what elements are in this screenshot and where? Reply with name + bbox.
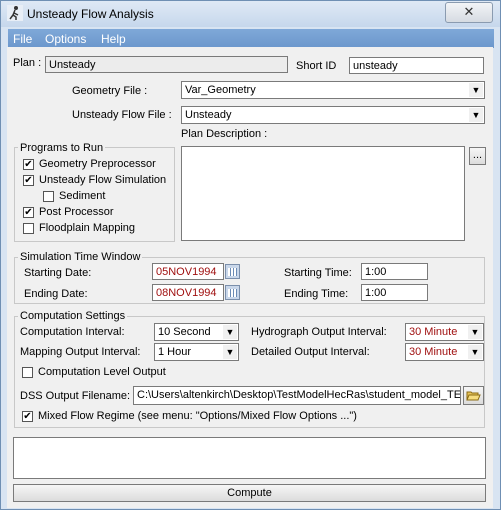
ending-date-label: Ending Date: — [24, 288, 88, 300]
detailed-interval-value: 30 Minute — [409, 346, 458, 358]
chevron-down-icon: ▼ — [468, 345, 482, 359]
detailed-interval-select[interactable]: 30 Minute ▼ — [405, 343, 484, 361]
time-window-group-title: Simulation Time Window — [18, 251, 143, 263]
short-id-label: Short ID — [296, 60, 337, 72]
starting-time-field[interactable]: 1:00 — [361, 263, 428, 280]
detailed-interval-label: Detailed Output Interval: — [251, 346, 370, 358]
close-button[interactable]: ✕ — [445, 2, 493, 23]
floodplain-mapping-checkbox[interactable] — [23, 223, 34, 234]
mapping-interval-label: Mapping Output Interval: — [20, 346, 141, 358]
computation-level-output-checkbox[interactable] — [22, 367, 33, 378]
starting-date-label: Starting Date: — [24, 267, 92, 279]
mapping-interval-value: 1 Hour — [158, 346, 192, 358]
dialog-body: Plan : Unsteady Short ID unsteady Geomet… — [7, 47, 493, 508]
window-title: Unsteady Flow Analysis — [27, 7, 154, 21]
close-icon: ✕ — [463, 4, 475, 19]
computation-interval-select[interactable]: 10 Second ▼ — [154, 323, 239, 341]
unsteady-flow-file-select[interactable]: Unsteady ▼ — [181, 106, 485, 124]
sediment-label: Sediment — [59, 190, 106, 202]
chevron-down-icon: ▼ — [223, 325, 237, 339]
floodplain-mapping-label: Floodplain Mapping — [39, 222, 136, 234]
menu-help[interactable]: Help — [101, 32, 126, 46]
chevron-down-icon: ▼ — [223, 345, 237, 359]
chevron-down-icon: ▼ — [469, 108, 483, 122]
ending-date-field[interactable]: 08NOV1994 — [152, 284, 224, 301]
geometry-file-label: Geometry File : — [72, 85, 148, 97]
geometry-file-value: Var_Geometry — [185, 84, 256, 96]
starting-time-label: Starting Time: — [284, 267, 352, 279]
ending-time-field[interactable]: 1:00 — [361, 284, 428, 301]
computation-group-title: Computation Settings — [18, 310, 128, 322]
unsteady-simulation-label: Unsteady Flow Simulation — [39, 174, 167, 186]
mixed-flow-label: Mixed Flow Regime (see menu: "Options/Mi… — [38, 410, 357, 422]
menu-file[interactable]: File — [13, 32, 32, 46]
mapping-interval-select[interactable]: 1 Hour ▼ — [154, 343, 239, 361]
ending-time-label: Ending Time: — [284, 288, 349, 300]
post-processor-checkbox[interactable]: ✔ — [23, 207, 34, 218]
unsteady-simulation-checkbox[interactable]: ✔ — [23, 175, 34, 186]
programs-group-title: Programs to Run — [18, 142, 106, 154]
geometry-file-select[interactable]: Var_Geometry ▼ — [181, 81, 485, 99]
chevron-down-icon: ▼ — [469, 83, 483, 97]
plan-description-field[interactable] — [181, 146, 465, 241]
mixed-flow-checkbox[interactable]: ✔ — [22, 411, 33, 422]
calendar-icon[interactable] — [225, 285, 240, 300]
plan-description-label: Plan Description : — [181, 128, 268, 140]
runner-icon — [7, 5, 23, 21]
title-bar: Unsteady Flow Analysis ✕ — [1, 1, 500, 27]
unsteady-flow-file-value: Unsteady — [185, 109, 232, 121]
dss-filename-field[interactable]: C:\Users\altenkirch\Desktop\TestModelHec… — [133, 386, 461, 405]
unsteady-flow-file-label: Unsteady Flow File : — [72, 109, 172, 121]
short-id-field[interactable]: unsteady — [349, 57, 484, 74]
hydrograph-interval-select[interactable]: 30 Minute ▼ — [405, 323, 484, 341]
compute-button[interactable]: Compute — [13, 484, 486, 502]
plan-label: Plan : — [13, 57, 42, 69]
plan-title-field[interactable]: Unsteady — [45, 56, 288, 73]
geometry-preprocessor-label: Geometry Preprocessor — [39, 158, 156, 170]
chevron-down-icon: ▼ — [468, 325, 482, 339]
sediment-checkbox[interactable] — [43, 191, 54, 202]
message-area — [13, 437, 486, 479]
plan-description-browse-button[interactable]: ... — [469, 147, 486, 165]
hydrograph-interval-label: Hydrograph Output Interval: — [251, 326, 387, 338]
computation-interval-value: 10 Second — [158, 326, 211, 338]
computation-level-output-label: Computation Level Output — [38, 366, 166, 378]
computation-interval-label: Computation Interval: — [20, 326, 125, 338]
post-processor-label: Post Processor — [39, 206, 114, 218]
folder-open-icon[interactable] — [463, 386, 484, 405]
menu-bar: File Options Help — [8, 29, 494, 48]
hydrograph-interval-value: 30 Minute — [409, 326, 458, 338]
starting-date-field[interactable]: 05NOV1994 — [152, 263, 224, 280]
geometry-preprocessor-checkbox[interactable]: ✔ — [23, 159, 34, 170]
calendar-icon[interactable] — [225, 264, 240, 279]
menu-options[interactable]: Options — [45, 32, 86, 46]
dss-filename-label: DSS Output Filename: — [20, 390, 131, 402]
